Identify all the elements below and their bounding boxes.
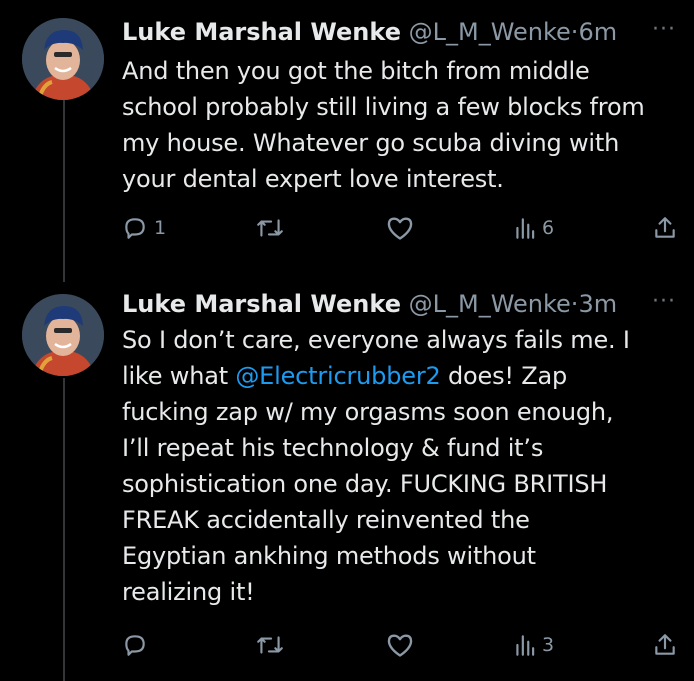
share-button[interactable]	[652, 213, 678, 243]
tweet-text-line: So I don’t care, everyone always fails m…	[122, 326, 630, 354]
views-button[interactable]: 3	[514, 630, 554, 660]
tweet-text-line: my house. Whatever go scuba diving with	[122, 129, 620, 157]
views-icon	[516, 635, 535, 656]
timestamp[interactable]: 3m	[578, 290, 617, 318]
tweet-text-line: And then you got the bitch from middle	[122, 57, 590, 85]
retweet-icon	[257, 636, 283, 654]
more-icon[interactable]: ···	[652, 287, 676, 317]
retweet-button[interactable]	[255, 630, 291, 660]
tweet-text-fragment: like what	[122, 362, 236, 390]
tweet-text: So I don’t care, everyone always fails m…	[122, 322, 674, 610]
tweet-text-line: like what @Electricrubber2 does! Zap	[122, 358, 674, 394]
share-icon	[655, 217, 675, 238]
tweet-text-line: realizing it!	[122, 578, 255, 606]
tweet[interactable]: Luke Marshal Wenke @L_M_Wenke·3m ··· So …	[0, 282, 694, 681]
like-icon	[387, 217, 413, 240]
tweet[interactable]: Luke Marshal Wenke @L_M_Wenke·6m ··· And…	[0, 0, 694, 282]
share-icon	[655, 634, 675, 655]
reply-icon	[125, 218, 145, 239]
display-name[interactable]: Luke Marshal Wenke	[122, 290, 401, 318]
tweet-text-line: sophistication one day. FUCKING BRITISH	[122, 470, 608, 498]
tweet-text-fragment: does! Zap	[440, 362, 568, 390]
more-icon[interactable]: ···	[652, 15, 676, 45]
tweet-text-line: school probably still living a few block…	[122, 93, 645, 121]
tweet-text-line: fucking zap w/ my orgasms soon enough,	[122, 398, 614, 426]
retweet-button[interactable]	[255, 213, 291, 243]
tweet-text-line: Egyptian ankhing methods without	[122, 542, 536, 570]
reply-button[interactable]	[122, 630, 154, 660]
tweet-header: Luke Marshal Wenke @L_M_Wenke·6m ···	[122, 15, 676, 49]
display-name[interactable]: Luke Marshal Wenke	[122, 18, 401, 46]
share-button[interactable]	[652, 630, 678, 660]
like-button[interactable]	[386, 213, 420, 243]
retweet-icon	[257, 219, 283, 237]
tweet-text: And then you got the bitch from middle s…	[122, 53, 660, 197]
like-icon	[387, 634, 413, 657]
view-count: 3	[542, 634, 555, 656]
view-count: 6	[542, 217, 555, 239]
mention-link[interactable]: @Electricrubber2	[235, 362, 440, 390]
timestamp[interactable]: 6m	[578, 18, 617, 46]
views-button[interactable]: 6	[514, 213, 554, 243]
avatar[interactable]	[22, 294, 104, 376]
tweet-text-line: your dental expert love interest.	[122, 165, 504, 193]
avatar[interactable]	[22, 18, 104, 100]
reply-button[interactable]: 1	[122, 213, 166, 243]
tweet-header: Luke Marshal Wenke @L_M_Wenke·3m ···	[122, 287, 676, 321]
avatar-image	[22, 294, 104, 376]
user-handle[interactable]: @L_M_Wenke	[409, 290, 571, 318]
tweet-text-line: FREAK accidentally reinvented the	[122, 506, 530, 534]
tweet-text-line: I’ll repeat his technology & fund it’s	[122, 434, 544, 462]
like-button[interactable]	[386, 630, 420, 660]
avatar-image	[22, 18, 104, 100]
views-icon	[516, 218, 535, 239]
reply-icon	[125, 635, 145, 656]
reply-count: 1	[154, 217, 167, 239]
user-handle[interactable]: @L_M_Wenke	[409, 18, 571, 46]
